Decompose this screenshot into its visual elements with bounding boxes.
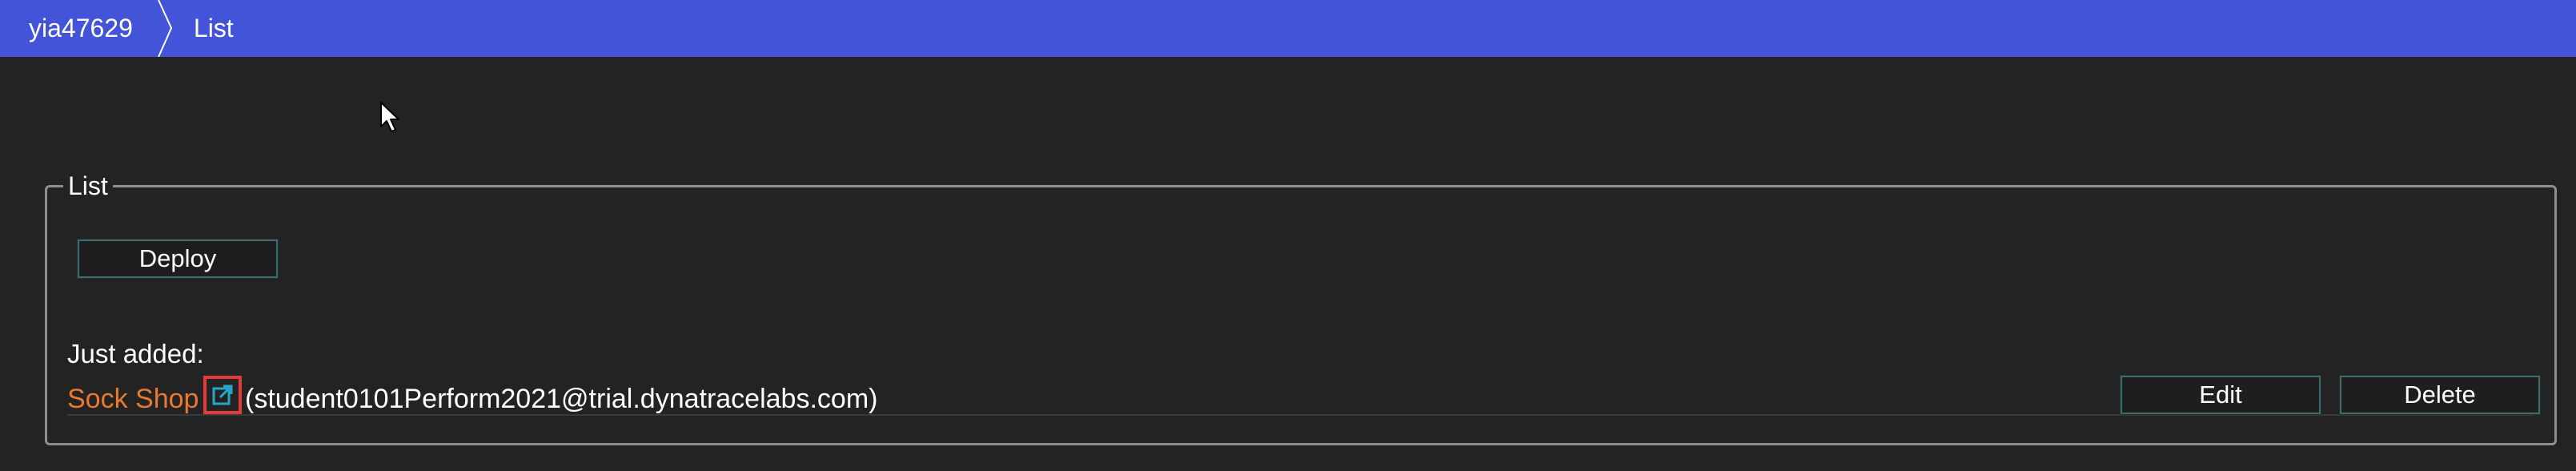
external-link-icon[interactable] <box>203 376 242 414</box>
breadcrumb-current: List <box>193 14 234 42</box>
delete-button[interactable]: Delete <box>2340 376 2540 414</box>
item-name-link[interactable]: Sock Shop <box>67 384 199 415</box>
item-owner-email: (student0101Perform2021@trial.dynatracel… <box>245 384 878 414</box>
list-panel: List Deploy Just added: Sock Shop (stude… <box>45 171 2557 445</box>
top-navigation-bar: yia47629 List <box>0 0 2576 57</box>
list-panel-legend: List <box>68 171 108 200</box>
edit-button[interactable]: Edit <box>2121 376 2321 414</box>
breadcrumb-root[interactable]: yia47629 <box>29 14 133 43</box>
deploy-button[interactable]: Deploy <box>78 240 278 278</box>
chevron-right-icon <box>155 0 179 57</box>
mouse-pointer-icon <box>379 101 403 135</box>
list-item: Sock Shop (student0101Perform2021@trial.… <box>67 376 2540 416</box>
just-added-label: Just added: <box>67 339 204 368</box>
